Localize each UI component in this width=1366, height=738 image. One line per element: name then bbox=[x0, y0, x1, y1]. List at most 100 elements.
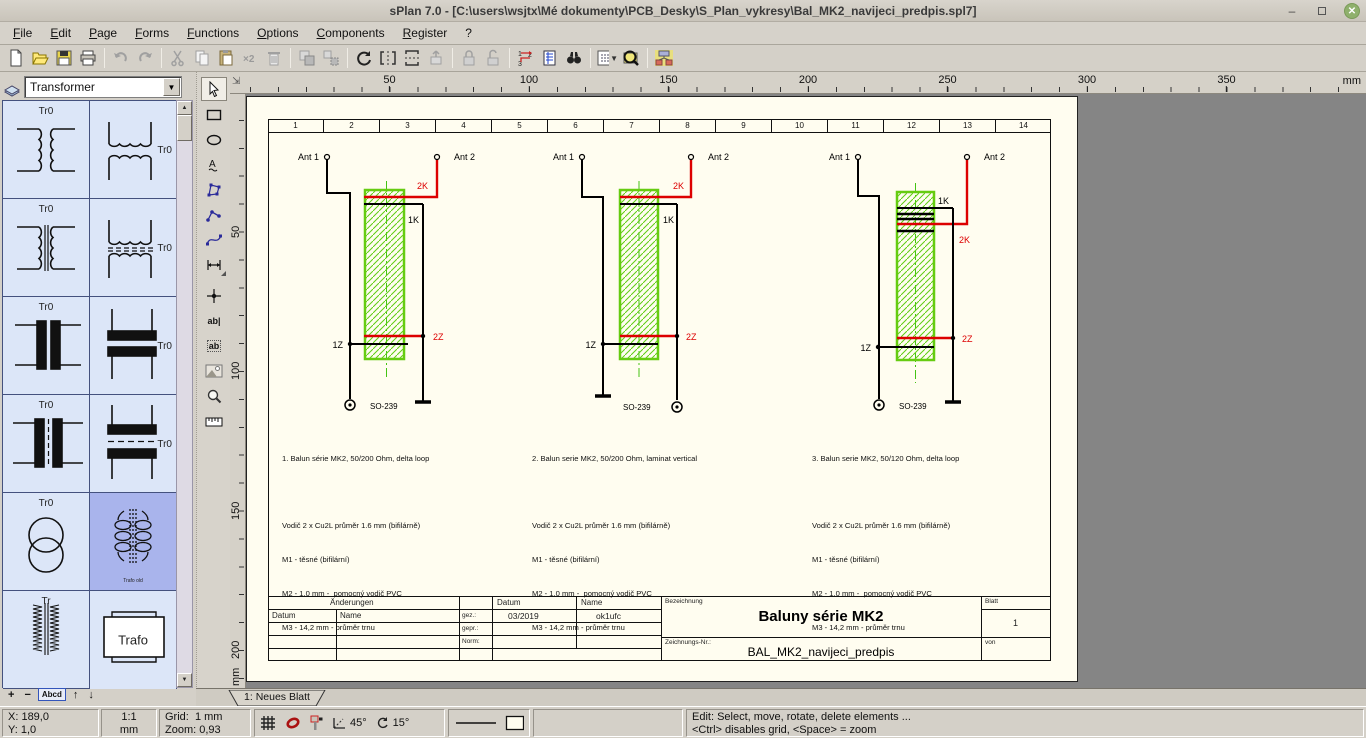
terminal[interactable] bbox=[689, 155, 694, 160]
dimension-tool[interactable] bbox=[201, 253, 227, 277]
mirror-vertical-button[interactable] bbox=[400, 47, 424, 69]
component-cell[interactable]: Tr0 bbox=[90, 101, 177, 199]
polyline-tool[interactable] bbox=[201, 203, 227, 227]
lock-button[interactable] bbox=[457, 47, 481, 69]
grid-dropdown-caret[interactable]: ▼ bbox=[610, 54, 618, 63]
textbox-tool[interactable]: ab bbox=[201, 334, 227, 358]
component-cell[interactable]: Tr0 bbox=[3, 101, 90, 199]
copy-button[interactable] bbox=[190, 47, 214, 69]
menu-register[interactable]: Register bbox=[394, 23, 457, 43]
cut-button[interactable] bbox=[166, 47, 190, 69]
freehand-toggle-icon[interactable] bbox=[285, 715, 301, 731]
delete-button[interactable] bbox=[262, 47, 286, 69]
parts-list-button[interactable] bbox=[538, 47, 562, 69]
menu-file[interactable]: File bbox=[4, 23, 41, 43]
node-tool[interactable] bbox=[201, 284, 227, 308]
rename-component-button[interactable]: Abcd bbox=[38, 688, 66, 701]
rotate-step-icon[interactable] bbox=[376, 716, 390, 730]
angle-value[interactable]: 45° bbox=[350, 717, 367, 730]
image-tool[interactable] bbox=[201, 359, 227, 383]
undo-button[interactable] bbox=[109, 47, 133, 69]
measure-tool[interactable] bbox=[201, 409, 227, 433]
library-dropdown-button[interactable]: ▼ bbox=[163, 78, 180, 96]
search-button[interactable] bbox=[562, 47, 586, 69]
terminal[interactable] bbox=[856, 155, 861, 160]
menu-edit[interactable]: Edit bbox=[41, 23, 80, 43]
rectangle-tool[interactable] bbox=[201, 103, 227, 127]
component-cell[interactable]: Tr0 bbox=[3, 297, 90, 395]
scroll-up-button[interactable]: ▲ bbox=[177, 101, 192, 115]
horizontal-ruler[interactable]: ⇲ 50 100 150 200 250 300 350 mm bbox=[230, 72, 1366, 94]
close-button[interactable]: ✕ bbox=[1344, 3, 1360, 19]
group-button[interactable] bbox=[295, 47, 319, 69]
wire[interactable] bbox=[858, 159, 879, 399]
save-button[interactable] bbox=[52, 47, 76, 69]
fill-style-preview[interactable] bbox=[505, 715, 524, 731]
terminal[interactable] bbox=[580, 155, 585, 160]
add-component-button[interactable]: + bbox=[5, 689, 17, 701]
component-cell[interactable]: Tr0 bbox=[3, 199, 90, 297]
move-down-button[interactable]: ↓ bbox=[85, 689, 97, 701]
wire[interactable] bbox=[582, 159, 603, 396]
arrange-button[interactable] bbox=[424, 47, 448, 69]
paste-button[interactable] bbox=[214, 47, 238, 69]
component-cell-selected[interactable]: Trafo old bbox=[90, 493, 177, 591]
bezier-tool[interactable] bbox=[201, 228, 227, 252]
vertical-ruler[interactable]: 50 100 150 200 mm bbox=[230, 94, 246, 688]
remove-component-button[interactable]: − bbox=[21, 689, 33, 701]
select-tool[interactable] bbox=[201, 77, 227, 101]
zoom-window-button[interactable] bbox=[619, 47, 643, 69]
drawing-canvas[interactable]: 50 100 150 200 mm 1 2 3 4 5 6 7 8 9 10 1… bbox=[230, 94, 1366, 688]
grid-button[interactable]: ▼ bbox=[595, 47, 619, 69]
menu-forms[interactable]: Forms bbox=[126, 23, 178, 43]
scroll-thumb[interactable] bbox=[177, 115, 192, 141]
redo-button[interactable] bbox=[133, 47, 157, 69]
menu-functions[interactable]: Functions bbox=[178, 23, 248, 43]
rotate-step-value[interactable]: 15° bbox=[393, 717, 410, 730]
wire[interactable] bbox=[327, 159, 350, 399]
component-scrollbar[interactable]: ▲ ▼ bbox=[176, 100, 193, 688]
pin-toggle-icon[interactable] bbox=[310, 715, 323, 731]
menu-page[interactable]: Page bbox=[80, 23, 126, 43]
component-cell[interactable]: Tr0 bbox=[90, 395, 177, 493]
text-tool[interactable]: ab| bbox=[201, 309, 227, 333]
menu-components[interactable]: Components bbox=[308, 23, 394, 43]
renumber-button[interactable]: 123 bbox=[514, 47, 538, 69]
menu-options[interactable]: Options bbox=[248, 23, 307, 43]
scroll-down-button[interactable]: ▼ bbox=[177, 673, 192, 687]
open-button[interactable] bbox=[28, 47, 52, 69]
line-style-preview[interactable] bbox=[454, 716, 496, 730]
toroid-core[interactable] bbox=[897, 192, 934, 360]
ungroup-button[interactable] bbox=[319, 47, 343, 69]
component-cell[interactable]: Tr0 bbox=[3, 395, 90, 493]
component-cell[interactable]: Tr0 bbox=[3, 493, 90, 591]
component-cell[interactable]: Tr0 bbox=[90, 297, 177, 395]
rotate-button[interactable] bbox=[352, 47, 376, 69]
ruler-origin-icon[interactable]: ⇲ bbox=[232, 76, 240, 87]
sheet-tab[interactable]: 1: Neues Blatt bbox=[228, 690, 326, 707]
move-up-button[interactable]: ↑ bbox=[70, 689, 82, 701]
restore-button[interactable] bbox=[1314, 3, 1330, 19]
component-cell[interactable]: Tr0 bbox=[90, 199, 177, 297]
grid-toggle-icon[interactable] bbox=[260, 715, 276, 731]
new-button[interactable] bbox=[4, 47, 28, 69]
component-cell[interactable]: Tr bbox=[3, 591, 90, 689]
angle-icon[interactable] bbox=[332, 716, 347, 730]
component-cell[interactable]: Trafo bbox=[90, 591, 177, 689]
toroid-core[interactable] bbox=[620, 190, 658, 359]
schematic-sheet[interactable]: 1 2 3 4 5 6 7 8 9 10 11 12 13 14 bbox=[246, 96, 1078, 682]
terminal[interactable] bbox=[325, 155, 330, 160]
menu-help[interactable]: ? bbox=[456, 23, 481, 43]
polygon-tool[interactable] bbox=[201, 178, 227, 202]
unlock-button[interactable] bbox=[481, 47, 505, 69]
print-button[interactable] bbox=[76, 47, 100, 69]
library-select[interactable]: Transformer ▼ bbox=[24, 76, 182, 98]
terminal[interactable] bbox=[435, 155, 440, 160]
terminal[interactable] bbox=[965, 155, 970, 160]
ellipse-tool[interactable] bbox=[201, 128, 227, 152]
mirror-horizontal-button[interactable] bbox=[376, 47, 400, 69]
minimize-button[interactable]: – bbox=[1284, 3, 1300, 19]
toroid-core[interactable] bbox=[365, 190, 404, 359]
duplicate-button[interactable]: ×2 bbox=[238, 47, 262, 69]
zoom-tool[interactable] bbox=[201, 384, 227, 408]
